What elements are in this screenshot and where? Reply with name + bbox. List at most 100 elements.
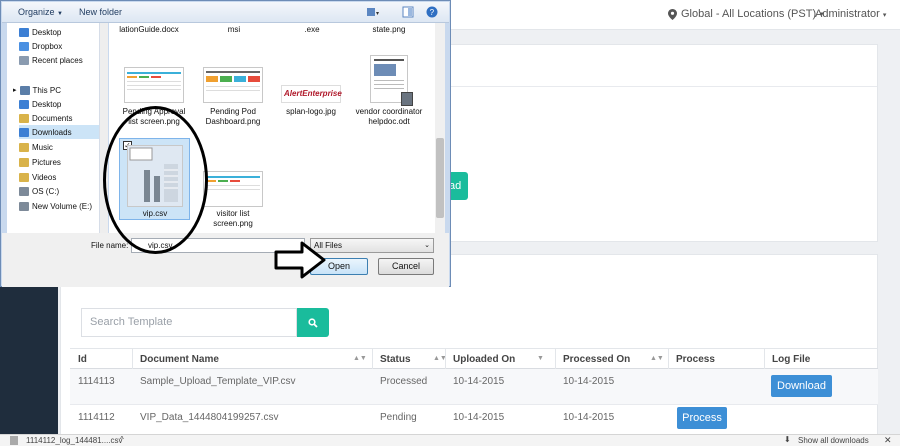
help-icon[interactable]: ? xyxy=(426,6,438,18)
nav-item[interactable]: OS (C:) xyxy=(19,184,99,198)
folder-icon xyxy=(19,99,29,109)
nav-item[interactable]: Downloads xyxy=(19,125,99,139)
close-icon[interactable]: ✕ xyxy=(884,435,892,446)
download-button[interactable]: Download xyxy=(771,375,832,397)
col-processed-on[interactable]: Processed On xyxy=(563,354,630,365)
file-name-label: File name: xyxy=(91,241,129,250)
nav-item-label: OS (C:) xyxy=(32,186,60,196)
location-selector[interactable]: Global - All Locations (PST) ▾ xyxy=(668,8,824,20)
nav-item-label: Recent places xyxy=(32,55,83,65)
nav-item-label: Pictures xyxy=(32,157,61,167)
file-pending-pod[interactable]: Pending Pod Dashboard.png xyxy=(198,107,268,127)
sort-icon[interactable]: ▲▼ xyxy=(353,355,367,362)
search-icon xyxy=(308,317,318,328)
file-vendor-doc[interactable]: vendor coordinator helpdoc.odt xyxy=(354,107,424,127)
navigation-pane: Desktop Dropbox Recent places ▸ This PC Deskt… xyxy=(7,23,100,233)
cell-processed-on: 10-14-2015 xyxy=(563,376,615,387)
file-list-scrollbar[interactable] xyxy=(435,23,445,233)
file-item[interactable]: lationGuide.docx xyxy=(114,25,184,35)
nav-item-label: New Volume (E:) xyxy=(32,201,93,211)
download-icon: ⬇ xyxy=(784,435,791,444)
nav-item-label: This PC xyxy=(32,85,61,95)
doc-badge-icon xyxy=(401,92,413,106)
col-uploaded-on[interactable]: Uploaded On xyxy=(453,354,515,365)
visitor-list-thumbnail[interactable] xyxy=(203,171,263,207)
nav-item[interactable]: Music xyxy=(19,140,99,154)
cancel-button[interactable]: Cancel xyxy=(378,258,434,275)
vendor-doc-thumbnail[interactable] xyxy=(370,55,413,106)
view-options-icon[interactable]: ▾ xyxy=(366,6,379,18)
nav-item[interactable]: Dropbox xyxy=(19,39,99,53)
file-item[interactable]: state.png xyxy=(354,25,424,35)
show-all-downloads-link[interactable]: Show all downloads xyxy=(798,436,869,445)
splan-logo-thumbnail[interactable]: AlertEnterprise xyxy=(281,85,342,103)
pending-pod-thumbnail[interactable] xyxy=(203,67,263,103)
annotation-arrow-icon xyxy=(274,241,326,279)
sort-desc-icon[interactable]: ▼ xyxy=(537,355,544,362)
new-folder-button[interactable]: New folder xyxy=(79,7,122,17)
col-divider xyxy=(555,349,556,369)
expand-icon[interactable]: ▸ xyxy=(13,86,17,94)
svg-text:▾: ▾ xyxy=(376,11,379,17)
nav-item[interactable]: New Volume (E:) xyxy=(19,199,99,213)
search-button[interactable] xyxy=(297,308,329,337)
folder-icon xyxy=(19,127,29,137)
folder-icon xyxy=(19,113,29,123)
search-input[interactable]: Search Template xyxy=(81,308,297,337)
col-log-file: Log File xyxy=(772,354,811,365)
process-button[interactable]: Process xyxy=(677,407,727,429)
nav-item-label: Videos xyxy=(32,172,57,182)
file-item[interactable]: msi xyxy=(199,25,269,35)
nav-item-label: Desktop xyxy=(32,99,62,109)
cell-processed-on: 10-14-2015 xyxy=(563,412,615,423)
folder-icon xyxy=(19,201,29,211)
folder-icon xyxy=(19,157,29,167)
nav-item[interactable]: Videos xyxy=(19,170,99,184)
nav-item[interactable]: ▸ This PC xyxy=(13,83,99,97)
file-splan-logo[interactable]: splan-logo.jpg xyxy=(276,107,346,117)
alertenterprise-logo: AlertEnterprise xyxy=(284,89,342,98)
nav-item-label: Documents xyxy=(32,113,73,123)
sort-icon[interactable]: ▲▼ xyxy=(650,355,664,362)
file-item[interactable]: .exe xyxy=(277,25,347,35)
organize-label: Organize xyxy=(18,7,55,17)
col-divider xyxy=(445,349,446,369)
col-divider xyxy=(372,349,373,369)
chevron-up-icon[interactable]: ^ xyxy=(120,435,124,444)
table-header: Id Document Name ▲▼ Status ▲▼ Uploaded O… xyxy=(70,348,878,369)
folder-icon xyxy=(19,55,29,65)
nav-item[interactable]: Desktop xyxy=(19,97,99,111)
dialog-toolbar: Organize ▼ New folder ▾ ? xyxy=(2,2,449,23)
download-file-icon xyxy=(10,436,18,445)
nav-item[interactable]: Documents xyxy=(19,111,99,125)
file-type-select[interactable]: All Files ⌄ xyxy=(310,238,434,253)
preview-pane-icon[interactable] xyxy=(402,6,414,18)
cell-id: 1114112 xyxy=(78,412,115,423)
organize-button[interactable]: Organize ▼ xyxy=(18,7,63,17)
table-row: 1114113 Sample_Upload_Template_VIP.csv P… xyxy=(70,369,878,405)
col-status[interactable]: Status xyxy=(380,354,411,365)
download-item[interactable]: 1114112_log_144481....csv xyxy=(26,436,123,445)
cell-uploaded-on: 10-14-2015 xyxy=(453,412,505,423)
nav-item[interactable]: Desktop xyxy=(19,25,99,39)
user-label: Administrator xyxy=(815,8,880,20)
downloads-bar: 1114112_log_144481....csv ^ ⬇ Show all d… xyxy=(0,434,900,446)
cell-document-name: Sample_Upload_Template_VIP.csv xyxy=(140,376,296,387)
user-menu[interactable]: Administrator ▾ xyxy=(815,8,886,20)
col-id[interactable]: Id xyxy=(78,354,87,365)
file-visitor-list[interactable]: visitor list screen.png xyxy=(198,209,268,229)
col-divider xyxy=(132,349,133,369)
svg-text:?: ? xyxy=(430,8,435,17)
col-process: Process xyxy=(676,354,715,365)
col-document-name[interactable]: Document Name xyxy=(140,354,219,365)
folder-icon xyxy=(19,27,29,37)
nav-item-label: Desktop xyxy=(32,27,62,37)
location-label: Global - All Locations (PST) xyxy=(681,8,817,20)
nav-item[interactable]: Recent places xyxy=(19,53,99,67)
pending-approval-thumbnail[interactable] xyxy=(124,67,184,103)
nav-item[interactable]: Pictures xyxy=(19,155,99,169)
cell-uploaded-on: 10-14-2015 xyxy=(453,376,505,387)
cell-status: Pending xyxy=(380,412,417,423)
nav-item-label: Music xyxy=(32,142,53,152)
scrollbar-thumb[interactable] xyxy=(436,138,444,218)
